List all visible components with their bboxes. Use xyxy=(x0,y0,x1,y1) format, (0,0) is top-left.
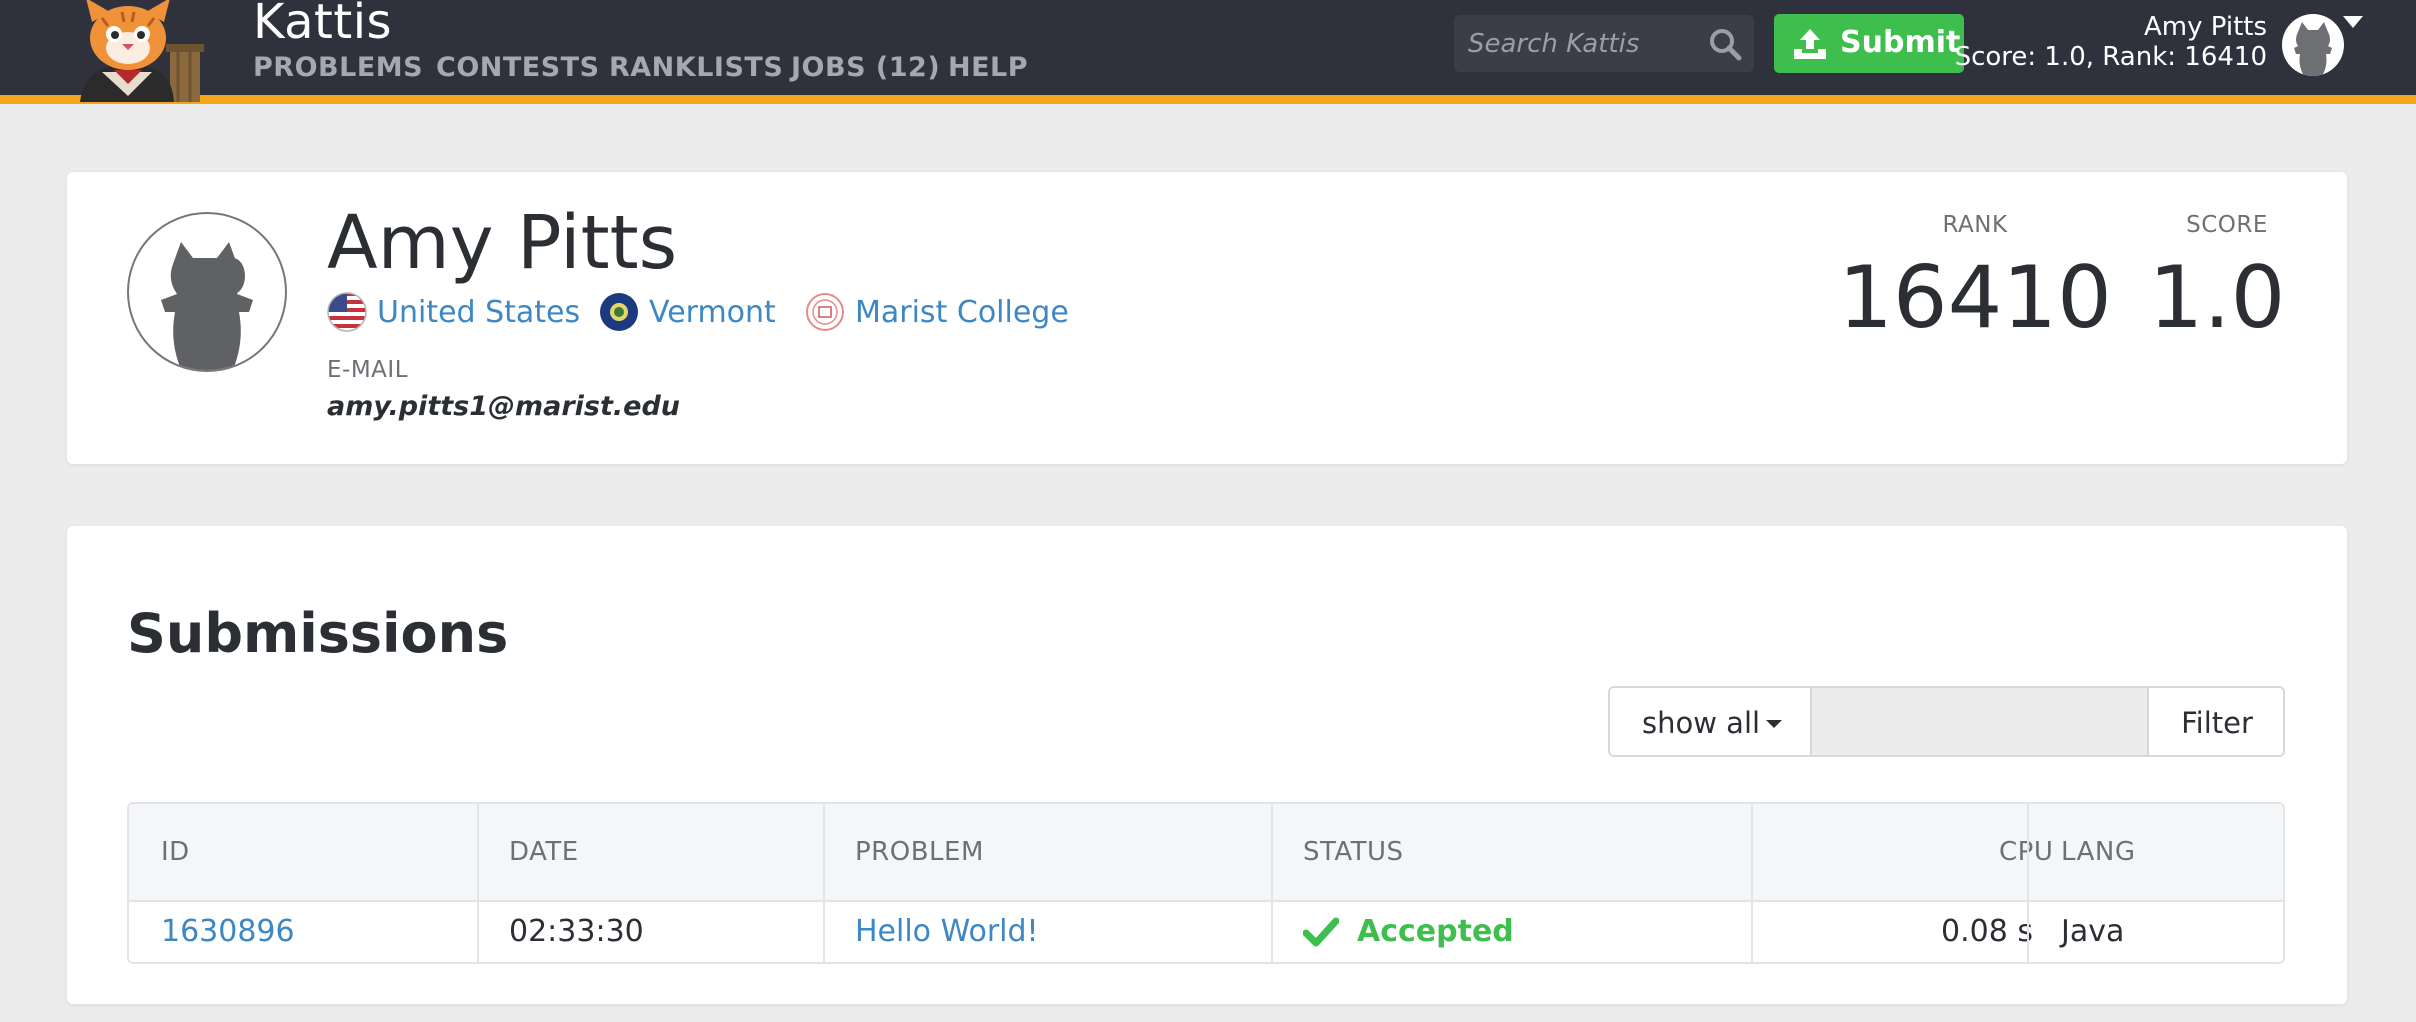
nav-help[interactable]: HELP xyxy=(948,52,1028,83)
email-value: amy.pitts1@marist.edu xyxy=(327,391,681,422)
column-header-problem: PROBLEM xyxy=(855,837,984,867)
submission-id-cell: 1630896 xyxy=(161,914,295,949)
submission-filter: show all Filter xyxy=(1608,686,2285,757)
caret-down-icon xyxy=(1766,720,1782,728)
filter-input[interactable] xyxy=(1812,688,2149,755)
submissions-title: Submissions xyxy=(127,602,509,665)
score-value: 1.0 xyxy=(2148,248,2286,348)
nav-jobs[interactable]: JOBS (12) xyxy=(791,52,940,83)
column-divider xyxy=(477,804,479,962)
submissions-table: ID DATE PROBLEM STATUS CPU LANG 1630896 … xyxy=(127,802,2285,964)
submissions-card: Submissions show all Filter ID DATE PROB… xyxy=(67,526,2347,1004)
filter-button[interactable]: Filter xyxy=(2149,688,2283,755)
status-filter-label: show all xyxy=(1642,706,1761,740)
vermont-flag-icon xyxy=(600,293,638,331)
submit-button-label: Submit xyxy=(1840,25,1961,60)
search-input[interactable] xyxy=(1468,15,1698,72)
profile-card: Amy Pitts United States Vermont Marist C… xyxy=(67,172,2347,464)
submission-status-cell: Accepted xyxy=(1357,914,1514,949)
search-icon[interactable] xyxy=(1708,27,1742,61)
submission-problem-cell: Hello World! xyxy=(855,914,1039,949)
checkmark-icon xyxy=(1303,917,1339,947)
rank-label: RANK xyxy=(1942,212,2008,238)
upload-icon xyxy=(1794,29,1826,59)
nav-problems[interactable]: PROBLEMS xyxy=(253,52,423,83)
column-divider xyxy=(1271,804,1273,962)
top-navbar: Kattis PROBLEMS CONTESTS RANKLISTS JOBS … xyxy=(0,0,2416,104)
status-filter-dropdown[interactable]: show all xyxy=(1610,688,1812,755)
brand-title[interactable]: Kattis xyxy=(253,0,392,50)
school-link[interactable]: Marist College xyxy=(855,295,1069,330)
user-score-rank: Score: 1.0, Rank: 16410 xyxy=(1954,42,2267,72)
column-header-status: STATUS xyxy=(1303,837,1404,867)
user-avatar[interactable] xyxy=(2282,14,2344,76)
filter-button-label: Filter xyxy=(2181,706,2253,740)
email-label: E-MAIL xyxy=(327,357,409,383)
column-header-date: DATE xyxy=(509,837,579,867)
kattis-cat-logo[interactable] xyxy=(62,0,232,102)
table-row: 1630896 02:33:30 Hello World! Accepted 0… xyxy=(129,902,2283,962)
column-header-id: ID xyxy=(161,837,190,867)
column-header-lang: LANG xyxy=(2061,837,2136,867)
profile-name: Amy Pitts xyxy=(327,200,678,286)
submission-id-link[interactable]: 1630896 xyxy=(161,914,295,949)
user-menu-caret-icon[interactable] xyxy=(2343,16,2363,28)
search-box xyxy=(1454,15,1754,72)
rank-value: 16410 xyxy=(1838,248,2112,348)
us-flag-icon xyxy=(327,292,367,332)
nav-ranklists[interactable]: RANKLISTS xyxy=(609,52,783,83)
submission-cpu-cell: 0.08 s xyxy=(1941,914,2033,949)
submit-button[interactable]: Submit xyxy=(1774,14,1964,73)
nav-contests[interactable]: CONTESTS xyxy=(436,52,600,83)
marist-college-seal-icon xyxy=(806,293,844,331)
cat-silhouette-icon xyxy=(2294,22,2332,76)
problem-link[interactable]: Hello World! xyxy=(855,914,1039,949)
region-link[interactable]: Vermont xyxy=(649,295,776,330)
submission-date-cell: 02:33:30 xyxy=(509,914,644,949)
cat-silhouette-icon xyxy=(161,242,253,370)
column-divider xyxy=(823,804,825,962)
column-divider xyxy=(1751,804,1753,962)
profile-avatar xyxy=(127,212,287,372)
table-header: ID DATE PROBLEM STATUS CPU LANG xyxy=(129,804,2283,902)
score-label: SCORE xyxy=(2186,212,2268,238)
submission-lang-cell: Java xyxy=(2061,914,2125,949)
user-name[interactable]: Amy Pitts xyxy=(2144,12,2267,42)
country-link[interactable]: United States xyxy=(377,295,580,330)
column-divider xyxy=(2027,804,2029,962)
